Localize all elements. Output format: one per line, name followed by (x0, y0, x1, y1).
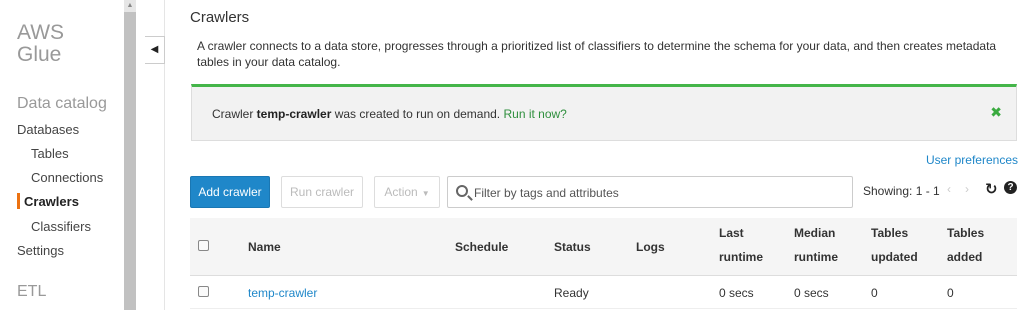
sidebar-item-databases[interactable]: Databases (17, 122, 79, 137)
brand-logo[interactable]: AWS Glue (17, 22, 64, 66)
action-dropdown[interactable]: Action ▼ (374, 176, 440, 208)
page-description: A crawler connects to a data store, prog… (197, 39, 997, 69)
help-icon[interactable]: ? (1004, 181, 1017, 194)
column-header-median-runtime[interactable]: Median runtime (794, 221, 838, 269)
run-it-now-link[interactable]: Run it now? (503, 107, 566, 121)
active-indicator (17, 193, 20, 209)
column-header-name[interactable]: Name (248, 235, 281, 259)
sidebar-item-classifiers[interactable]: Classifiers (31, 219, 91, 234)
table-header: Name Schedule Status Logs Last runtime M… (190, 218, 1017, 276)
pagination-status: Showing: 1 - 1 (863, 184, 940, 198)
section-title-data-catalog: Data catalog (17, 95, 107, 112)
caret-left-icon: ◀ (150, 44, 159, 55)
cell-last-runtime: 0 secs (719, 286, 754, 300)
header-line: Median (794, 226, 836, 240)
column-header-status[interactable]: Status (554, 235, 591, 259)
success-flash-banner: Crawler temp-crawler was created to run … (191, 84, 1017, 141)
header-line: runtime (794, 250, 839, 264)
brand-line-glue: Glue (17, 43, 62, 66)
sidebar-item-settings[interactable]: Settings (17, 243, 64, 258)
header-line: Last (719, 226, 744, 240)
sidebar: AWS Glue Data catalog Databases Tables C… (0, 0, 124, 310)
next-page-icon[interactable]: › (965, 182, 969, 196)
column-header-logs[interactable]: Logs (636, 235, 665, 259)
refresh-icon[interactable]: ↻ (985, 180, 998, 198)
cell-median-runtime: 0 secs (794, 286, 829, 300)
column-header-tables-updated[interactable]: Tables updated (871, 221, 918, 269)
chevron-down-icon: ▼ (421, 189, 430, 198)
table-row[interactable]: temp-crawler Ready 0 secs 0 secs 0 0 (190, 277, 1017, 309)
sidebar-item-tables[interactable]: Tables (31, 146, 69, 161)
run-crawler-button[interactable]: Run crawler (281, 176, 363, 208)
search-box[interactable] (447, 176, 853, 208)
previous-page-icon[interactable]: ‹ (947, 182, 951, 196)
column-header-tables-added[interactable]: Tables added (947, 221, 984, 269)
flash-prefix: Crawler (212, 107, 257, 121)
add-crawler-button[interactable]: Add crawler (190, 176, 270, 208)
cell-tables-updated: 0 (871, 286, 878, 300)
crawler-name-link[interactable]: temp-crawler (248, 286, 317, 300)
header-line: Tables (871, 226, 909, 240)
close-icon[interactable]: ✖ (990, 104, 1002, 121)
header-line: Tables (947, 226, 985, 240)
search-icon (456, 185, 468, 197)
user-preferences-link[interactable]: User preferences (926, 153, 1018, 167)
page-title: Crawlers (190, 9, 250, 26)
header-line: runtime (719, 250, 764, 264)
section-title-etl: ETL (17, 283, 47, 300)
sidebar-scrollbar-thumb[interactable] (124, 12, 136, 310)
flash-message: Crawler temp-crawler was created to run … (212, 107, 567, 121)
column-header-last-runtime[interactable]: Last runtime (719, 221, 763, 269)
sidebar-item-connections[interactable]: Connections (31, 170, 103, 185)
scroll-up-arrow-icon[interactable]: ▲ (124, 0, 136, 12)
flash-suffix: was created to run on demand. (331, 107, 504, 121)
sidebar-item-crawlers[interactable]: Crawlers (24, 194, 79, 209)
brand-line-aws: AWS (17, 21, 65, 44)
cell-tables-added: 0 (947, 286, 954, 300)
collapse-sidebar-button[interactable]: ◀ (145, 36, 165, 64)
header-line: updated (871, 250, 918, 264)
action-label: Action (384, 185, 418, 199)
cell-status: Ready (554, 286, 589, 300)
flash-crawler-name: temp-crawler (256, 107, 332, 121)
header-line: added (947, 250, 983, 264)
column-header-schedule[interactable]: Schedule (455, 235, 508, 259)
row-checkbox[interactable] (198, 286, 209, 297)
select-all-checkbox[interactable] (198, 240, 209, 251)
search-input[interactable] (474, 183, 844, 203)
